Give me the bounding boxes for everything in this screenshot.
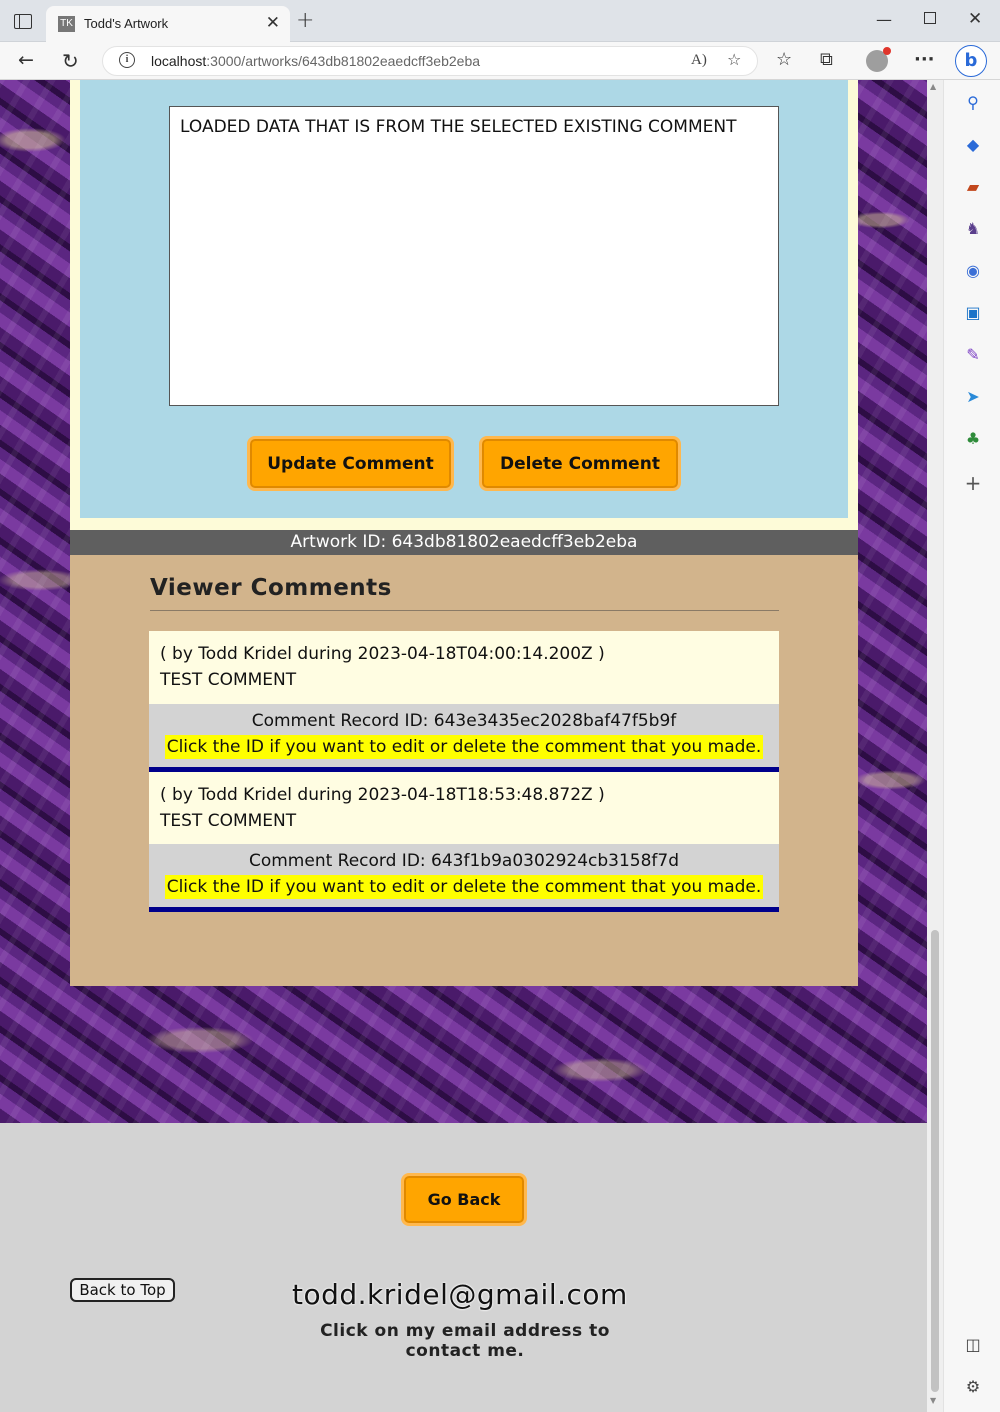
minimize-icon[interactable]: — xyxy=(876,10,892,29)
comment-textarea[interactable]: LOADED DATA THAT IS FROM THE SELECTED EX… xyxy=(169,106,779,406)
designer-icon[interactable]: ✎ xyxy=(962,344,984,366)
record-id-label: Comment Record ID: xyxy=(251,711,434,731)
viewer-comments-section: Viewer Comments ( by Todd Kridel during … xyxy=(70,555,858,986)
shopping-tag-icon[interactable]: ◆ xyxy=(962,134,984,156)
profile-avatar[interactable] xyxy=(866,47,891,72)
update-comment-button[interactable]: Update Comment xyxy=(247,436,454,491)
comment-record-id: Comment Record ID: 643f1b9a0302924cb3158… xyxy=(149,848,779,875)
favorites-icon[interactable]: ☆ xyxy=(776,49,792,70)
comment-body: ( by Todd Kridel during 2023-04-18T18:53… xyxy=(149,772,779,844)
edit-comment-frame: LOADED DATA THAT IS FROM THE SELECTED EX… xyxy=(70,80,858,530)
artwork-id-bar: Artwork ID: 643db81802eaedcff3eb2eba xyxy=(70,530,858,555)
comment-meta: ( by Todd Kridel during 2023-04-18T18:53… xyxy=(160,785,605,805)
comment-body: ( by Todd Kridel during 2023-04-18T04:00… xyxy=(149,631,779,704)
scroll-up-icon[interactable]: ▲ xyxy=(930,82,936,91)
edit-hint: Click the ID if you want to edit or dele… xyxy=(164,875,764,899)
comment-text: TEST COMMENT xyxy=(160,811,297,831)
address-bar[interactable]: i localhost:3000/artworks/643db81802eaed… xyxy=(102,46,758,76)
tree-icon[interactable]: ♣ xyxy=(962,428,984,450)
microsoft-365-icon[interactable]: ◉ xyxy=(962,260,984,282)
new-tab-icon[interactable]: + xyxy=(296,8,314,33)
maximize-icon[interactable] xyxy=(924,12,936,24)
record-id-link[interactable]: 643f1b9a0302924cb3158f7d xyxy=(431,851,679,871)
browser-tab[interactable]: TK Todd's Artwork ✕ xyxy=(46,6,290,42)
hide-sidebar-icon[interactable]: ◫ xyxy=(962,1334,984,1356)
browser-toolbar: ← ↻ i localhost:3000/artworks/643db81802… xyxy=(0,42,1000,80)
tab-title: Todd's Artwork xyxy=(84,16,169,31)
email-caption: Click on my email address to contact me. xyxy=(320,1321,610,1361)
comment-meta: ( by Todd Kridel during 2023-04-18T04:00… xyxy=(160,644,605,664)
close-window-icon[interactable]: ✕ xyxy=(968,9,982,29)
search-icon[interactable]: ⚲ xyxy=(962,92,984,114)
comment-record-footer: Comment Record ID: 643e3435ec2028baf47f5… xyxy=(149,704,779,772)
comment-text: TEST COMMENT xyxy=(160,670,297,690)
go-back-button[interactable]: Go Back xyxy=(401,1173,527,1226)
add-sidebar-app-icon[interactable]: + xyxy=(962,472,984,494)
add-favorite-icon[interactable]: ☆ xyxy=(727,50,741,69)
collections-icon[interactable]: ⧉ xyxy=(820,49,833,70)
url-text[interactable]: localhost:3000/artworks/643db81802eaedcf… xyxy=(151,53,480,69)
more-options-icon[interactable]: ··· xyxy=(914,49,935,70)
read-aloud-icon[interactable]: A) xyxy=(691,52,707,69)
scroll-down-icon[interactable]: ▼ xyxy=(930,1396,936,1405)
record-id-link[interactable]: 643e3435ec2028baf47f5b9f xyxy=(434,711,676,731)
comment-card: ( by Todd Kridel during 2023-04-18T18:53… xyxy=(149,772,779,912)
tab-actions-icon[interactable] xyxy=(14,14,32,29)
comment-card: ( by Todd Kridel during 2023-04-18T04:00… xyxy=(149,631,779,772)
bing-copilot-icon[interactable]: b xyxy=(955,45,987,77)
viewer-comments-heading: Viewer Comments xyxy=(150,575,779,611)
record-id-label: Comment Record ID: xyxy=(248,851,432,871)
page-viewport: LOADED DATA THAT IS FROM THE SELECTED EX… xyxy=(0,80,927,1412)
edge-sidebar: ⚲ ◆ ▰ ♞ ◉ ▣ ✎ ➤ ♣ + ◫ ⚙ xyxy=(943,80,1000,1412)
site-info-icon[interactable]: i xyxy=(119,52,135,68)
email-link[interactable]: todd.kridel@gmail.com xyxy=(292,1278,627,1311)
settings-gear-icon[interactable]: ⚙ xyxy=(962,1376,984,1398)
page-footer: Go Back Back to Top todd.kridel@gmail.co… xyxy=(0,1123,927,1412)
page-scrollbar[interactable]: ▲ ▼ xyxy=(927,80,943,1412)
delete-comment-button[interactable]: Delete Comment xyxy=(479,436,681,491)
back-arrow-icon[interactable]: ← xyxy=(18,49,34,71)
comment-record-footer: Comment Record ID: 643f1b9a0302924cb3158… xyxy=(149,844,779,912)
browser-titlebar: TK Todd's Artwork ✕ + — ✕ xyxy=(0,0,1000,42)
refresh-icon[interactable]: ↻ xyxy=(62,49,79,73)
content-panel: LOADED DATA THAT IS FROM THE SELECTED EX… xyxy=(70,80,858,986)
back-to-top-button[interactable]: Back to Top xyxy=(70,1278,175,1302)
comment-record-id: Comment Record ID: 643e3435ec2028baf47f5… xyxy=(149,708,779,735)
edit-comment-panel: LOADED DATA THAT IS FROM THE SELECTED EX… xyxy=(80,80,848,518)
close-tab-icon[interactable]: ✕ xyxy=(266,13,280,33)
games-icon[interactable]: ♞ xyxy=(962,218,984,240)
scrollbar-thumb[interactable] xyxy=(931,930,939,1392)
tab-favicon-icon: TK xyxy=(58,16,75,32)
outlook-icon[interactable]: ▣ xyxy=(962,302,984,324)
edit-hint: Click the ID if you want to edit or dele… xyxy=(164,735,764,759)
url-path: :3000/artworks/643db81802eaedcff3eb2eba xyxy=(206,53,481,69)
send-icon[interactable]: ➤ xyxy=(962,386,984,408)
url-host: localhost xyxy=(151,53,207,69)
tools-briefcase-icon[interactable]: ▰ xyxy=(962,176,984,198)
